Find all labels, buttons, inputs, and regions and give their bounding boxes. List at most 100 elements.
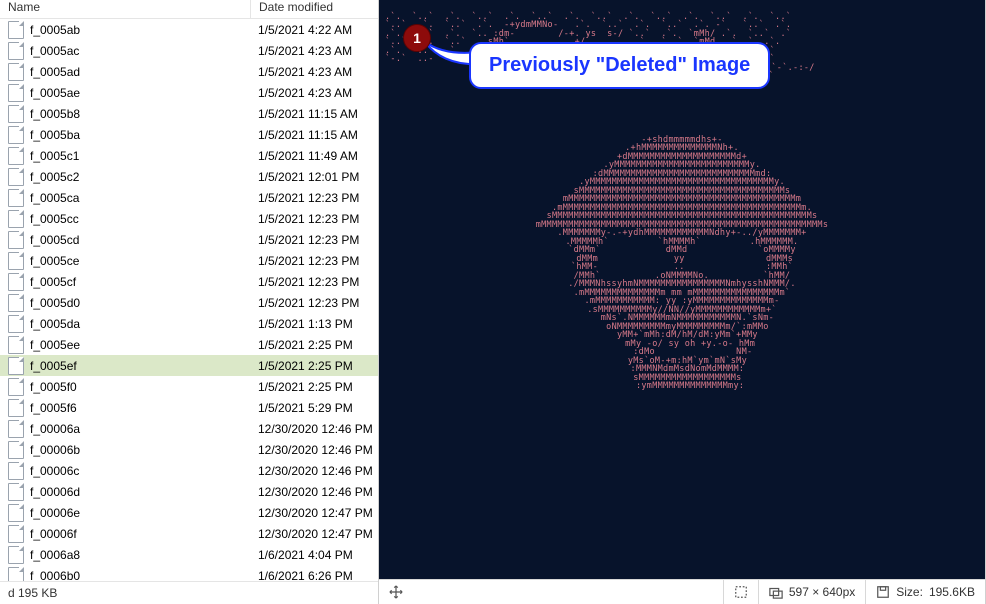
file-row[interactable]: f_0005ab 1/5/2021 4:22 AM: [0, 19, 378, 40]
file-name-cell: f_0005ef: [0, 357, 250, 375]
file-row[interactable]: f_0005ba1/5/2021 11:15 AM: [0, 124, 378, 145]
file-name: f_0005ef: [30, 359, 77, 373]
file-list-header: Name Date modified: [0, 0, 378, 19]
file-icon: [8, 420, 24, 438]
dimensions-value: 597 × 640px: [789, 585, 855, 599]
file-name: f_00006a: [30, 422, 80, 436]
file-name-cell: f_0005f0: [0, 378, 250, 396]
file-name-cell: f_0005ac: [0, 42, 250, 60]
file-row[interactable]: f_0005f01/5/2021 2:25 PM: [0, 376, 378, 397]
file-name: f_0005ae: [30, 86, 80, 100]
file-row[interactable]: f_0005da1/5/2021 1:13 PM: [0, 313, 378, 334]
file-date-cell: 1/5/2021 12:23 PM: [250, 212, 378, 226]
file-date-cell: 1/5/2021 12:23 PM: [250, 191, 378, 205]
file-row[interactable]: f_0005c2 1/5/2021 12:01 PM: [0, 166, 378, 187]
file-row[interactable]: f_00006d12/30/2020 12:46 PM: [0, 481, 378, 502]
file-icon: [8, 462, 24, 480]
file-name-cell: f_0006b0: [0, 567, 250, 582]
file-row[interactable]: f_0005ca1/5/2021 12:23 PM: [0, 187, 378, 208]
file-date-cell: 1/5/2021 12:23 PM: [250, 254, 378, 268]
file-row[interactable]: f_00006c12/30/2020 12:46 PM: [0, 460, 378, 481]
file-name: f_0005f6: [30, 401, 77, 415]
size-label: Size:: [896, 585, 923, 599]
file-row[interactable]: f_0006a81/6/2021 4:04 PM: [0, 544, 378, 565]
file-date-cell: 1/5/2021 2:25 PM: [250, 359, 378, 373]
file-rows[interactable]: f_0005ab1/5/2021 4:22 AMf_0005ac1/5/2021…: [0, 19, 378, 581]
file-icon: [8, 315, 24, 333]
file-row[interactable]: f_0005f6 1/5/2021 5:29 PM: [0, 397, 378, 418]
file-row[interactable]: f_0005ee1/5/2021 2:25 PM: [0, 334, 378, 355]
file-row[interactable]: f_0005b8 1/5/2021 11:15 AM: [0, 103, 378, 124]
file-name: f_0005b8: [30, 107, 80, 121]
file-icon: [8, 483, 24, 501]
file-icon: [8, 42, 24, 60]
file-icon: [8, 357, 24, 375]
file-row[interactable]: f_0005ae 1/5/2021 4:23 AM: [0, 82, 378, 103]
file-name-cell: f_0005ba: [0, 126, 250, 144]
file-row[interactable]: f_00006b12/30/2020 12:46 PM: [0, 439, 378, 460]
file-icon: [8, 378, 24, 396]
file-row[interactable]: f_0005ce1/5/2021 12:23 PM: [0, 250, 378, 271]
file-date-cell: 1/5/2021 4:22 AM: [250, 23, 378, 37]
file-list-panel: Name Date modified f_0005ab 1/5/2021 4:22…: [0, 0, 379, 604]
file-name: f_0005cc: [30, 212, 79, 226]
file-name: f_0005ab: [30, 23, 80, 37]
file-icon: [8, 105, 24, 123]
column-header-date[interactable]: Date modified: [250, 0, 378, 18]
annotation-callout: Previously "Deleted" Image: [469, 42, 770, 89]
file-name: f_00006f: [30, 527, 77, 541]
column-header-name[interactable]: Name: [0, 0, 250, 18]
file-name: f_0005da: [30, 317, 80, 331]
file-name: f_0005c2: [30, 170, 79, 184]
file-row[interactable]: f_0005ef 1/5/2021 2:25 PM: [0, 355, 378, 376]
file-name: f_00006e: [30, 506, 80, 520]
file-row[interactable]: f_00006e 12/30/2020 12:47 PM: [0, 502, 378, 523]
file-row[interactable]: f_0005d01/5/2021 12:23 PM: [0, 292, 378, 313]
file-icon: [8, 231, 24, 249]
file-icon: [8, 252, 24, 270]
file-date-cell: 1/5/2021 12:01 PM: [250, 170, 378, 184]
file-icon: [8, 21, 24, 39]
file-name: f_0005d0: [30, 296, 80, 310]
app-window: Name Date modified f_0005ab 1/5/2021 4:22…: [0, 0, 986, 604]
file-date-cell: 12/30/2020 12:47 PM: [250, 506, 378, 520]
file-icon: [8, 525, 24, 543]
file-name-cell: f_0005ee: [0, 336, 250, 354]
status-dimensions: 597 × 640px: [758, 580, 865, 604]
main-area: Name Date modified f_0005ab 1/5/2021 4:22…: [0, 0, 985, 604]
file-row[interactable]: f_0005cc 1/5/2021 12:23 PM: [0, 208, 378, 229]
file-name: f_0005cf: [30, 275, 76, 289]
tool-pan[interactable]: [379, 580, 413, 604]
file-date-cell: 1/5/2021 4:23 AM: [250, 86, 378, 100]
file-icon: [8, 441, 24, 459]
file-name-cell: f_0005cd: [0, 231, 250, 249]
preview-canvas[interactable]: .`. `..` .`. `..` .`. `..` .`. `..` .`. …: [379, 0, 985, 579]
file-name-cell: f_00006e: [0, 504, 250, 522]
file-row[interactable]: f_0005cf 1/5/2021 12:23 PM: [0, 271, 378, 292]
file-date-cell: 1/5/2021 11:15 AM: [250, 107, 378, 121]
file-icon: [8, 336, 24, 354]
file-name: f_00006c: [30, 464, 79, 478]
file-date-cell: 1/5/2021 11:49 AM: [250, 149, 378, 163]
file-name-cell: f_0005ce: [0, 252, 250, 270]
selection-icon: [734, 585, 748, 599]
file-row[interactable]: f_0005ad1/5/2021 4:23 AM: [0, 61, 378, 82]
tool-select[interactable]: [723, 580, 758, 604]
file-icon: [8, 546, 24, 564]
file-date-cell: 1/5/2021 5:29 PM: [250, 401, 378, 415]
file-name: f_0005cd: [30, 233, 79, 247]
file-row[interactable]: f_0005cd1/5/2021 12:23 PM: [0, 229, 378, 250]
file-name-cell: f_00006b: [0, 441, 250, 459]
file-row[interactable]: f_00006a12/30/2020 12:46 PM: [0, 418, 378, 439]
file-date-cell: 1/6/2021 4:04 PM: [250, 548, 378, 562]
file-row[interactable]: f_0006b01/6/2021 6:26 PM: [0, 565, 378, 581]
file-date-cell: 1/5/2021 2:25 PM: [250, 338, 378, 352]
move-icon: [389, 585, 403, 599]
file-row[interactable]: f_00006f12/30/2020 12:47 PM: [0, 523, 378, 544]
file-date-cell: 1/5/2021 12:23 PM: [250, 275, 378, 289]
file-icon: [8, 273, 24, 291]
file-name-cell: f_0005da: [0, 315, 250, 333]
file-row[interactable]: f_0005c11/5/2021 11:49 AM: [0, 145, 378, 166]
file-row[interactable]: f_0005ac1/5/2021 4:23 AM: [0, 40, 378, 61]
file-icon: [8, 399, 24, 417]
